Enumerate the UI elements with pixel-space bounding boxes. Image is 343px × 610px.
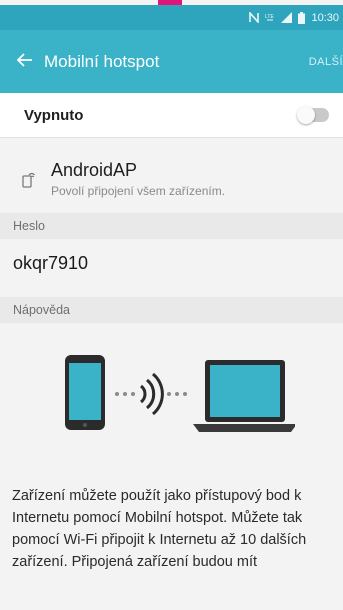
dots-left [115,392,135,396]
phone-share-icon [22,170,38,188]
battery-icon [298,11,306,24]
svg-text:LTE: LTE [265,14,274,20]
network-name: AndroidAP [51,160,138,180]
laptop-icon [193,360,297,432]
hotspot-toggle-row[interactable]: Vypnuto [0,93,343,138]
next-button[interactable]: DALŠÍ [309,30,343,93]
hotspot-switch[interactable] [297,106,329,124]
toggle-label: Vypnuto [24,106,84,124]
nfc-icon [249,12,260,23]
network-subtitle: Povolí připojení všem zařízením. [51,184,226,198]
password-value[interactable]: okqr7910 [0,239,343,287]
lte-icon: LTE [265,13,275,23]
password-header: Heslo [0,213,343,239]
network-name-row[interactable]: AndroidAP Povolí připojení všem zařízení… [0,139,343,213]
status-bar: LTE 10:30 [0,5,343,30]
help-header: Nápověda [0,297,343,323]
signal-icon [281,12,293,23]
arrow-left-icon [16,50,33,73]
status-time: 10:30 [311,11,339,24]
back-button[interactable] [8,42,42,82]
phone-icon [65,355,105,430]
help-description: Zařízení můžete použít jako přístupový b… [12,488,307,570]
hotspot-illustration [55,350,297,440]
switch-knob [297,106,315,124]
dots-right [167,392,187,396]
wifi-waves-icon [139,372,164,416]
page-title: Mobilní hotspot [44,51,160,71]
app-bar: Mobilní hotspot DALŠÍ [0,30,343,93]
